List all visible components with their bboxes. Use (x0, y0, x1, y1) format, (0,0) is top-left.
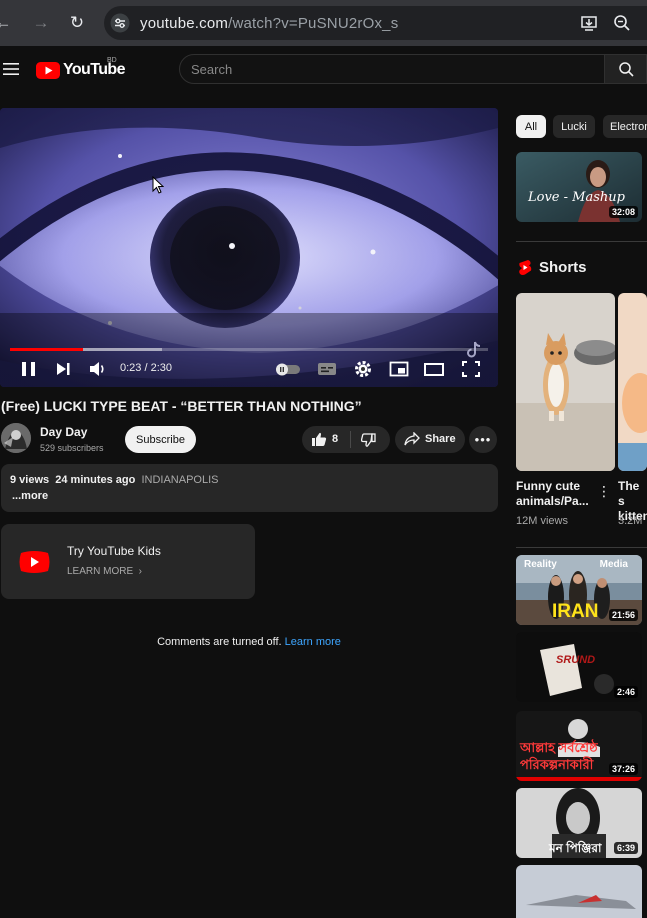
video-player[interactable] (0, 108, 498, 387)
country-code: BD (107, 57, 117, 64)
fullscreen-icon[interactable] (461, 360, 481, 378)
video-thumbnail[interactable]: আল্লাহ সর্বশ্রেষ্ঠ পরিকল্পনাকারী 37:26 (516, 711, 642, 781)
comments-off-notice: Comments are turned off. Learn more (0, 636, 498, 648)
short-thumbnail[interactable] (516, 293, 615, 471)
video-thumbnail[interactable]: SRUND 2:46 (516, 632, 642, 702)
url-text[interactable]: youtube.com/watch?v=PuSNU2rOx_s (140, 15, 398, 32)
learn-more-label: LEARN MORE (67, 566, 134, 577)
search-input[interactable] (179, 54, 605, 84)
zoom-icon[interactable] (613, 14, 631, 32)
shorts-icon (519, 260, 532, 275)
thumbnail-overlay-text: মন পিঞ্জিরা (549, 841, 602, 855)
video-duration: 21:56 (608, 609, 638, 621)
channel-name[interactable]: Day Day (40, 425, 87, 439)
view-count: 9 views (10, 474, 50, 486)
chip-all[interactable]: All (516, 115, 546, 138)
chevron-right-icon: › (135, 566, 143, 577)
search-button[interactable] (604, 54, 647, 84)
short-more-vertical-icon[interactable]: ⋮ (597, 483, 611, 500)
forward-arrow-icon[interactable]: → (30, 12, 52, 34)
progress-played (10, 348, 84, 351)
video-duration: 2:46 (613, 686, 638, 698)
short-title[interactable]: Funny cute animals/Pa... (516, 479, 594, 509)
video-thumbnail[interactable] (516, 865, 642, 918)
subscribe-button[interactable]: Subscribe (125, 426, 196, 453)
mouse-cursor-icon (152, 176, 164, 194)
search-placeholder: Search (191, 62, 233, 77)
autoplay-toggle-icon[interactable] (274, 360, 302, 378)
shorts-heading: Shorts (539, 259, 587, 276)
video-thumbnail[interactable]: Reality Media IRAN 21:56 (516, 555, 642, 625)
short-views: 3.2M (618, 515, 643, 527)
next-icon[interactable] (53, 360, 73, 378)
section-divider (516, 547, 647, 548)
video-duration: 32:08 (608, 206, 638, 218)
settings-gear-icon[interactable] (353, 360, 373, 378)
share-label: Share (425, 433, 456, 445)
avatar-image (1, 423, 31, 453)
install-app-icon[interactable] (580, 14, 598, 32)
short-cat-image (516, 293, 615, 471)
kids-learn-more-link[interactable]: LEARN MORE › (67, 566, 142, 577)
description-box[interactable] (1, 464, 498, 512)
thumbnail-label-left: Reality (524, 559, 557, 570)
thumbnail-overlay-text: SRUND (556, 654, 596, 666)
short-kitten-image (618, 293, 647, 471)
reload-icon[interactable]: ↻ (66, 12, 88, 34)
like-count: 8 (332, 433, 339, 445)
channel-avatar[interactable] (1, 423, 31, 453)
thumbnail-partial (516, 865, 642, 918)
tiktok-watermark-icon (467, 341, 481, 358)
description-meta: 9 views 24 minutes ago INDIANAPOLIS (10, 474, 219, 486)
thumbs-up-icon[interactable] (311, 432, 327, 447)
search-icon (619, 62, 634, 77)
more-actions-button[interactable]: ••• (469, 426, 497, 453)
theater-mode-icon[interactable] (424, 360, 444, 378)
short-views: 12M views (516, 515, 568, 527)
youtube-play-icon (36, 61, 60, 79)
video-thumbnail[interactable]: Love - Mashup 32:08 (516, 152, 642, 222)
video-duration: 6:39 (613, 842, 638, 854)
thumbnail-label-right: Media (599, 559, 628, 570)
back-arrow-icon[interactable]: ← (0, 12, 14, 34)
chip-electronic[interactable]: Electron (603, 115, 647, 138)
time-display: 0:23 / 2:30 (120, 362, 172, 374)
more-horizontal-icon: ••• (474, 432, 492, 447)
youtube-kids-logo-icon (19, 551, 50, 573)
thumbnail-overlay-text: IRAN (552, 601, 599, 622)
description-more[interactable]: ...more (12, 490, 48, 502)
section-divider (516, 241, 647, 242)
miniplayer-icon[interactable] (389, 360, 409, 378)
comments-off-text: Comments are turned off. (157, 636, 282, 648)
video-duration: 37:26 (608, 763, 638, 775)
subscriber-count: 529 subscribers (40, 443, 104, 453)
video-title: (Free) LUCKI TYPE BEAT - “BETTER THAN NO… (1, 398, 362, 414)
pause-icon[interactable] (19, 360, 39, 378)
volume-icon[interactable] (88, 360, 108, 378)
learn-more-link[interactable]: Learn more (285, 636, 341, 648)
video-thumbnail[interactable]: মন পিঞ্জিরা 6:39 (516, 788, 642, 858)
hamburger-menu-icon[interactable] (3, 62, 19, 76)
video-frame-eye (0, 108, 498, 387)
upload-age: 24 minutes ago (55, 474, 136, 486)
site-settings-icon[interactable] (110, 13, 130, 33)
kids-title: Try YouTube Kids (67, 544, 161, 558)
subtitles-icon[interactable] (317, 360, 337, 378)
thumbs-down-icon[interactable] (361, 433, 376, 447)
like-divider (350, 431, 351, 448)
short-thumbnail[interactable] (618, 293, 647, 471)
thumbnail-overlay-text: Love - Mashup (528, 190, 625, 205)
share-arrow-icon (404, 432, 420, 446)
hashtag[interactable]: INDIANAPOLIS (141, 474, 218, 486)
chip-lucki[interactable]: Lucki (553, 115, 595, 138)
